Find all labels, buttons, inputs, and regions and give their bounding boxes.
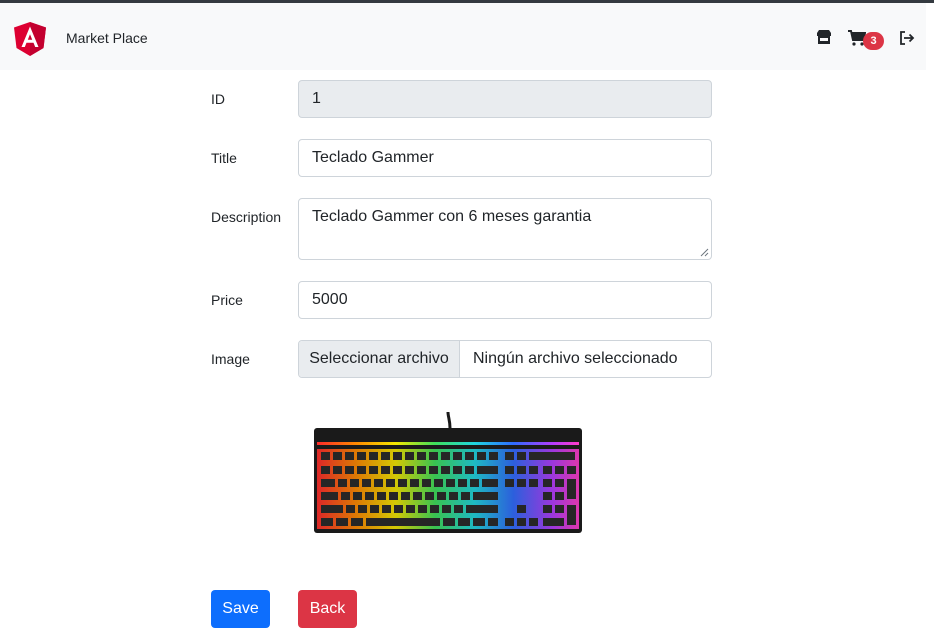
- price-value: 5000: [312, 291, 348, 308]
- image-file-input[interactable]: Seleccionar archivo Ningún archivo selec…: [298, 340, 712, 378]
- keyboard-preview-image: [314, 412, 582, 533]
- navbar: Market Place 3: [0, 3, 926, 70]
- brand-title[interactable]: Market Place: [66, 30, 148, 46]
- cart-count-badge: 3: [863, 32, 884, 50]
- store-icon[interactable]: [816, 29, 832, 47]
- title-label: Title: [211, 150, 237, 166]
- file-name-text: Ningún archivo seleccionado: [473, 350, 678, 367]
- title-input[interactable]: Teclado Gammer: [298, 139, 712, 177]
- title-value: Teclado Gammer: [312, 149, 434, 166]
- angular-logo[interactable]: [14, 22, 46, 56]
- choose-file-button[interactable]: Seleccionar archivo: [299, 341, 460, 377]
- logout-icon[interactable]: [899, 29, 915, 47]
- save-button[interactable]: Save: [211, 590, 270, 628]
- description-label: Description: [211, 209, 282, 225]
- id-label: ID: [211, 91, 225, 107]
- image-label: Image: [211, 351, 250, 367]
- resize-grip-icon[interactable]: [700, 248, 709, 257]
- id-field: 1: [298, 80, 712, 118]
- price-input[interactable]: 5000: [298, 281, 712, 319]
- description-textarea[interactable]: Teclado Gammer con 6 meses garantia: [298, 198, 712, 260]
- description-value: Teclado Gammer con 6 meses garantia: [312, 208, 592, 225]
- back-button[interactable]: Back: [298, 590, 357, 628]
- id-value: 1: [312, 90, 321, 107]
- price-label: Price: [211, 292, 243, 308]
